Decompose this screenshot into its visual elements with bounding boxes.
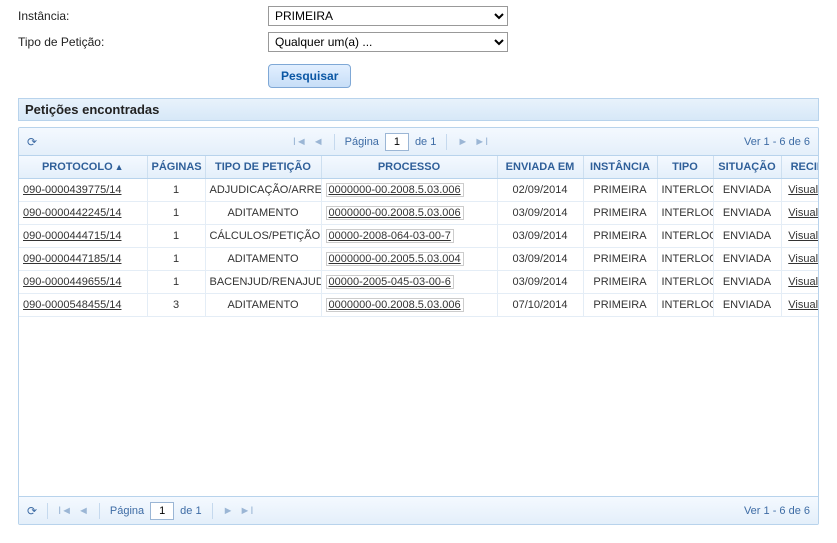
processo-link[interactable]: 0000000-00.2005.5.03.004 (326, 252, 464, 266)
tipo-cell: INTERLOCUTÓRIA (657, 271, 713, 294)
instancia-cell: PRIMEIRA (583, 225, 657, 248)
tipo-cell: INTERLOCUTÓRIA (657, 248, 713, 271)
enviada-cell: 02/09/2014 (497, 179, 583, 202)
instancia-select[interactable]: PRIMEIRA (268, 6, 508, 26)
results-grid: ⟳ I◄ ◄ Página de 1 ► ►I Ver 1 - 6 de 6 P… (18, 127, 819, 525)
paginas-cell: 1 (147, 248, 205, 271)
tipo-peticao-label: Tipo de Petição: (18, 35, 268, 49)
view-range-bottom: Ver 1 - 6 de 6 (744, 505, 810, 517)
paginas-cell: 1 (147, 271, 205, 294)
recibo-link[interactable]: Visualizar (788, 207, 819, 219)
page-word: Página (110, 505, 144, 517)
sort-asc-icon: ▲ (115, 162, 124, 172)
tipo-peticao-select[interactable]: Qualquer um(a) ... (268, 32, 508, 52)
col-tipo-peticao[interactable]: TIPO DE PETIÇÃO (205, 156, 321, 179)
paginas-cell: 3 (147, 294, 205, 317)
panel-title: Petições encontradas (18, 98, 819, 121)
instancia-label: Instância: (18, 9, 268, 23)
last-page-button[interactable]: ►I (474, 136, 488, 148)
table-row: 090-0000442245/14 1ADITAMENTO 0000000-00.2… (19, 202, 819, 225)
processo-link[interactable]: 00000-2005-045-03-00-6 (326, 275, 454, 289)
reload-icon[interactable]: ⟳ (27, 504, 37, 518)
paginas-cell: 1 (147, 225, 205, 248)
prev-page-button[interactable]: ◄ (78, 505, 89, 517)
table-row: 090-0000444715/14 1CÁLCULOS/PETIÇÃO 00000-… (19, 225, 819, 248)
results-table: PROTOCOLO▲ PÁGINAS TIPO DE PETIÇÃO PROCE… (19, 156, 819, 317)
instancia-cell: PRIMEIRA (583, 179, 657, 202)
pager-top: ⟳ I◄ ◄ Página de 1 ► ►I Ver 1 - 6 de 6 (19, 128, 818, 156)
tipo-cell: INTERLOCUTÓRIA (657, 202, 713, 225)
first-page-button[interactable]: I◄ (58, 505, 72, 517)
enviada-cell: 07/10/2014 (497, 294, 583, 317)
situacao-cell: ENVIADA (713, 271, 781, 294)
tipo-cell: INTERLOCUTÓRIA (657, 179, 713, 202)
recibo-link[interactable]: Visualizar (788, 276, 819, 288)
table-row: 090-0000449655/14 1BACENJUD/RENAJUD 00000-… (19, 271, 819, 294)
search-button[interactable]: Pesquisar (268, 64, 351, 88)
enviada-cell: 03/09/2014 (497, 248, 583, 271)
tipo-cell: INTERLOCUTÓRIA (657, 294, 713, 317)
table-row: 090-0000439775/14 1ADJUDICAÇÃO/ARREMATAÇÃ… (19, 179, 819, 202)
page-of: de 1 (415, 136, 436, 148)
col-enviada-em[interactable]: ENVIADA EM (497, 156, 583, 179)
enviada-cell: 03/09/2014 (497, 202, 583, 225)
protocolo-link[interactable]: 090-0000447185/14 (23, 253, 121, 265)
enviada-cell: 03/09/2014 (497, 271, 583, 294)
recibo-link[interactable]: Visualizar (788, 184, 819, 196)
col-paginas[interactable]: PÁGINAS (147, 156, 205, 179)
situacao-cell: ENVIADA (713, 294, 781, 317)
protocolo-link[interactable]: 090-0000548455/14 (23, 299, 121, 311)
last-page-button[interactable]: ►I (239, 505, 253, 517)
tipo-peticao-cell: ADJUDICAÇÃO/ARREMATAÇÃO (205, 179, 321, 202)
first-page-button[interactable]: I◄ (293, 136, 307, 148)
situacao-cell: ENVIADA (713, 225, 781, 248)
paginas-cell: 1 (147, 179, 205, 202)
col-situacao[interactable]: SITUAÇÃO (713, 156, 781, 179)
page-of: de 1 (180, 505, 201, 517)
col-instancia[interactable]: INSTÂNCIA (583, 156, 657, 179)
protocolo-link[interactable]: 090-0000444715/14 (23, 230, 121, 242)
col-recibo[interactable]: RECIBO (781, 156, 819, 179)
processo-link[interactable]: 0000000-00.2008.5.03.006 (326, 298, 464, 312)
page-input[interactable] (385, 133, 409, 151)
table-row: 090-0000548455/14 3ADITAMENTO 0000000-00.2… (19, 294, 819, 317)
page-word: Página (345, 136, 379, 148)
processo-link[interactable]: 00000-2008-064-03-00-7 (326, 229, 454, 243)
tipo-cell: INTERLOCUTÓRIA (657, 225, 713, 248)
situacao-cell: ENVIADA (713, 248, 781, 271)
recibo-link[interactable]: Visualizar (788, 253, 819, 265)
paginas-cell: 1 (147, 202, 205, 225)
col-processo[interactable]: PROCESSO (321, 156, 497, 179)
next-page-button[interactable]: ► (457, 136, 468, 148)
view-range-top: Ver 1 - 6 de 6 (744, 136, 810, 148)
processo-link[interactable]: 0000000-00.2008.5.03.006 (326, 183, 464, 197)
next-page-button[interactable]: ► (223, 505, 234, 517)
enviada-cell: 03/09/2014 (497, 225, 583, 248)
instancia-cell: PRIMEIRA (583, 248, 657, 271)
col-tipo[interactable]: TIPO (657, 156, 713, 179)
recibo-link[interactable]: Visualizar (788, 299, 819, 311)
instancia-cell: PRIMEIRA (583, 294, 657, 317)
processo-link[interactable]: 0000000-00.2008.5.03.006 (326, 206, 464, 220)
protocolo-link[interactable]: 090-0000442245/14 (23, 207, 121, 219)
instancia-cell: PRIMEIRA (583, 202, 657, 225)
tipo-peticao-cell: ADITAMENTO (205, 248, 321, 271)
tipo-peticao-cell: ADITAMENTO (205, 294, 321, 317)
situacao-cell: ENVIADA (713, 179, 781, 202)
tipo-peticao-cell: CÁLCULOS/PETIÇÃO (205, 225, 321, 248)
col-protocolo[interactable]: PROTOCOLO▲ (19, 156, 147, 179)
tipo-peticao-cell: ADITAMENTO (205, 202, 321, 225)
tipo-peticao-cell: BACENJUD/RENAJUD (205, 271, 321, 294)
protocolo-link[interactable]: 090-0000439775/14 (23, 184, 121, 196)
instancia-cell: PRIMEIRA (583, 271, 657, 294)
reload-icon[interactable]: ⟳ (27, 135, 37, 149)
recibo-link[interactable]: Visualizar (788, 230, 819, 242)
situacao-cell: ENVIADA (713, 202, 781, 225)
prev-page-button[interactable]: ◄ (313, 136, 324, 148)
page-input[interactable] (150, 502, 174, 520)
protocolo-link[interactable]: 090-0000449655/14 (23, 276, 121, 288)
table-row: 090-0000447185/14 1ADITAMENTO 0000000-00.2… (19, 248, 819, 271)
pager-bottom: ⟳ I◄ ◄ Página de 1 ► ►I Ver 1 - 6 de 6 (19, 496, 818, 524)
